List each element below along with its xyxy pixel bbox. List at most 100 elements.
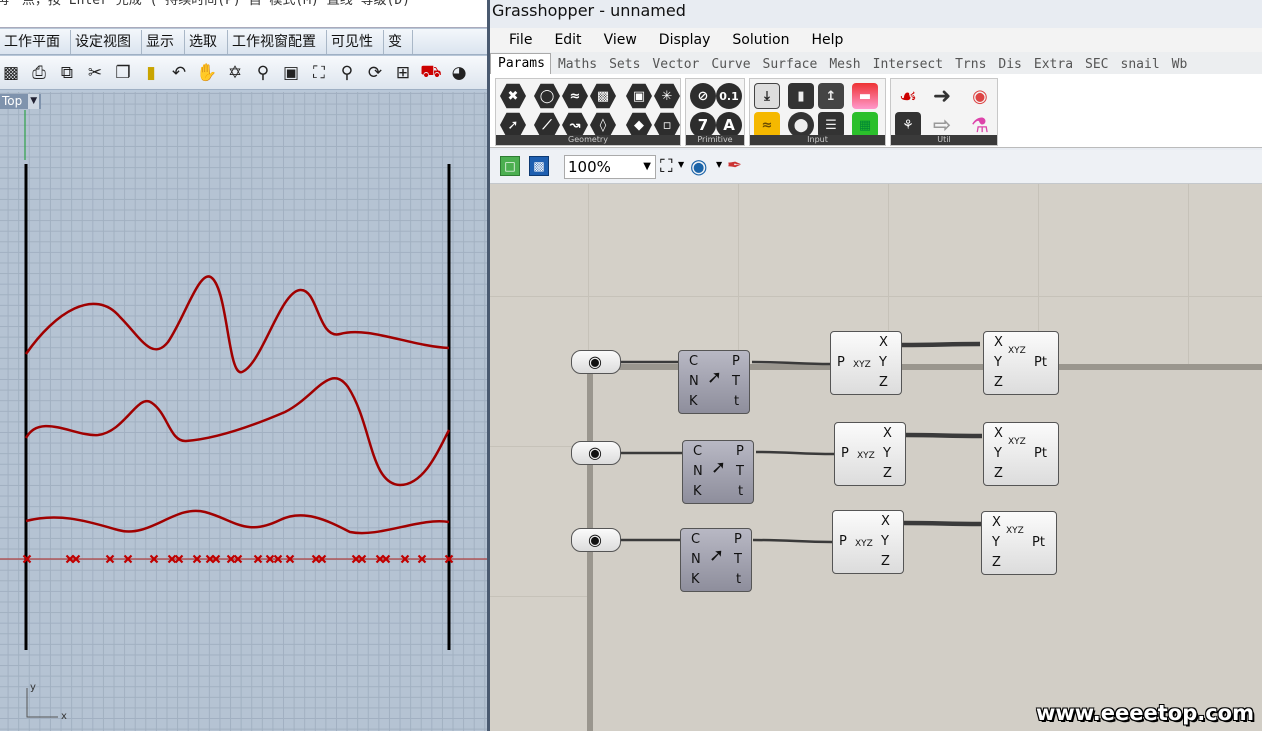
watermark: www.eeeetop.com [1035,701,1254,725]
sketch-pen-icon[interactable]: ✒ [727,155,742,176]
output-p-label: P [736,444,744,459]
curve-param-icon: ◉ [588,443,602,462]
button-input-icon[interactable]: ⤓ [754,83,780,109]
tab-intersect[interactable]: Intersect [866,57,948,74]
divide-curve-component[interactable]: C N K ➚ P T t [680,528,752,592]
save-file-icon[interactable]: ▩ [529,156,549,176]
tab-curve[interactable]: Curve [704,57,755,74]
gh-canvas[interactable]: ◉ C N K ➚ P T t P XYZ X Y Z X Y Z XYZ Pt… [490,184,1262,731]
digit-scroller-icon[interactable]: ↥ [818,83,844,109]
tab-dis[interactable]: Dis [991,57,1026,74]
tab-snail[interactable]: snail [1114,57,1165,74]
mesh-param-icon[interactable]: ✳ [654,83,680,109]
top-viewport[interactable]: Top ▼ y x [0,92,487,731]
output-t-param-label: t [738,484,744,499]
construct-point-component[interactable]: X Y Z XYZ Pt [983,422,1059,486]
output-t-param-label: t [736,572,742,587]
rotate-view-icon[interactable]: ✡ [224,62,246,84]
pan-hand-icon[interactable]: ✋ [196,62,218,84]
tab-mesh[interactable]: Mesh [822,57,865,74]
print-icon[interactable]: ⎙ [28,62,50,84]
copy-icon[interactable]: ❐ [112,62,134,84]
tab-sets[interactable]: Sets [602,57,645,74]
tab-maths[interactable]: Maths [551,57,602,74]
input-n-label: N [689,374,699,389]
curve-param-icon[interactable]: ≈ [562,83,588,109]
tab-surface[interactable]: Surface [756,57,823,74]
tab-set-view[interactable]: 设定视图 [71,30,142,54]
four-viewports-icon[interactable]: ⊞ [392,62,414,84]
tab-vector[interactable]: Vector [645,57,704,74]
zoom-icon[interactable]: ⚲ [252,62,274,84]
command-line[interactable]: 再一点，按 Enter 完成 ( 持续时间(P) 自 模式(M) 直线 等级(D… [0,0,487,28]
deconstruct-point-component[interactable]: P XYZ X Y Z [830,331,902,395]
curve-param-component[interactable]: ◉ [571,350,621,374]
zoom-selected-icon[interactable]: ⚲ [336,62,358,84]
tab-display[interactable]: 显示 [142,30,185,54]
undo-icon[interactable]: ↶ [168,62,190,84]
input-n-label: N [691,552,701,567]
cut-icon[interactable]: ✂ [84,62,106,84]
surface-param-icon[interactable]: ▩ [590,83,616,109]
rhino-window: 再一点，按 Enter 完成 ( 持续时间(P) 自 模式(M) 直线 等级(D… [0,0,487,731]
copy-clipboard-icon[interactable]: ⧉ [56,62,78,84]
zoom-select[interactable]: 100% ▼ [564,155,656,179]
output-z-label: Z [879,375,888,390]
tab-transform[interactable]: 变 [384,30,413,54]
tab-extra[interactable]: Extra [1027,57,1078,74]
toggle-input-icon[interactable]: ▮ [788,83,814,109]
curve-param-component[interactable]: ◉ [571,528,621,552]
data-dam-icon[interactable]: ◉ [967,83,993,109]
divide-curve-icon: ➚ [709,545,725,566]
boolean-param-icon[interactable]: ⊘ [690,83,716,109]
zoom-extents-icon[interactable]: ⛶ [308,62,330,84]
divide-curve-component[interactable]: C N K ➚ P T t [682,440,754,504]
construct-point-component[interactable]: X Y Z XYZ Pt [981,511,1057,575]
curve-param-component[interactable]: ◉ [571,441,621,465]
construct-point-component[interactable]: X Y Z XYZ Pt [983,331,1059,395]
preview-eye-icon[interactable]: ◉ [690,154,707,178]
deconstruct-xyz-icon: XYZ [855,539,873,549]
deconstruct-xyz-icon: XYZ [853,360,871,370]
save-icon[interactable]: ▩ [0,62,22,84]
menu-view[interactable]: View [593,32,648,48]
menu-solution[interactable]: Solution [721,32,800,48]
paste-icon[interactable]: ▮ [140,62,162,84]
output-p-label: P [732,354,740,369]
zoom-extents-icon[interactable]: ⛶ [660,156,673,177]
gradient-icon[interactable]: ▬ [852,83,878,109]
number-param-icon[interactable]: 0.1 [716,83,742,109]
output-pt-label: Pt [1034,355,1047,370]
render-icon[interactable]: ◕ [448,62,470,84]
tab-params[interactable]: Params [490,53,551,74]
undo-view-icon[interactable]: ⟳ [364,62,386,84]
chevron-down-icon[interactable]: ▼ [716,160,722,169]
tab-wb[interactable]: Wb [1165,57,1193,74]
generic-geometry-icon[interactable]: ✖ [500,83,526,109]
output-y-label: Y [881,534,889,549]
car-render-icon[interactable]: ⛟ [420,62,442,84]
tab-sec[interactable]: SEC [1078,57,1113,74]
chevron-down-icon[interactable]: ▼ [643,156,651,178]
menu-edit[interactable]: Edit [543,32,592,48]
deconstruct-point-component[interactable]: P XYZ X Y Z [832,510,904,574]
menu-help[interactable]: Help [800,32,854,48]
menu-display[interactable]: Display [648,32,722,48]
menu-file[interactable]: File [498,32,543,48]
tab-select[interactable]: 选取 [185,30,228,54]
tab-viewport-layout[interactable]: 工作视窗配置 [228,30,327,54]
arrow-right-icon[interactable]: ➜ [929,83,955,109]
circle-param-icon[interactable]: ◯ [534,83,560,109]
divide-curve-icon: ➚ [711,457,727,478]
divide-curve-component[interactable]: C N K ➚ P T t [678,350,750,414]
deconstruct-point-component[interactable]: P XYZ X Y Z [834,422,906,486]
zoom-window-icon[interactable]: ▣ [280,62,302,84]
box-param-icon[interactable]: ▣ [626,83,652,109]
output-pt-label: Pt [1034,446,1047,461]
open-file-icon[interactable]: □ [500,156,520,176]
tab-visibility[interactable]: 可见性 [327,30,384,54]
tab-trns[interactable]: Trns [948,57,991,74]
chevron-down-icon[interactable]: ▼ [678,160,684,169]
cherry-picker-icon[interactable]: ☙ [895,83,921,109]
tab-cplane[interactable]: 工作平面 [0,30,71,54]
